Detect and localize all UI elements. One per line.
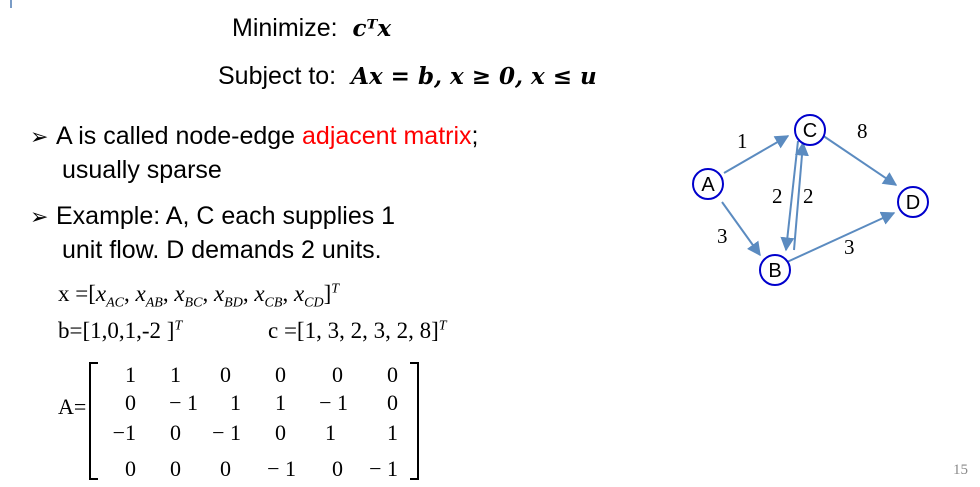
highlight-text: adjacent matrix: [302, 122, 472, 150]
matrix-cell: 0: [275, 362, 286, 387]
matrix-cell: −1: [112, 420, 136, 445]
subject-to-label: Subject to:: [218, 62, 337, 90]
x-var: x: [174, 281, 185, 306]
x-var: x: [254, 281, 265, 306]
matrix-cell: 1: [387, 420, 398, 445]
matrix-cell: 0: [387, 390, 398, 415]
edge-label-ac: 1: [737, 129, 748, 153]
slide-corner-mark: [10, 0, 12, 8]
bullet-adjacent-matrix: ➢ A is called node-edge adjacent matrix;: [30, 119, 479, 154]
bullet-adjacent-matrix-line2: usually sparse: [62, 156, 222, 184]
x-sub: BC: [184, 295, 203, 311]
matrix-cell: 0: [387, 362, 398, 387]
node-b: B: [759, 254, 791, 286]
network-graph: 1 3 2 2 3 8 A C B D: [692, 114, 929, 286]
x-sub: CD: [304, 295, 324, 311]
node-d: D: [897, 186, 929, 218]
matrix-cell: 1: [275, 390, 286, 415]
matrix-cell: − 1: [169, 390, 198, 415]
matrix-cell: 1: [230, 390, 241, 415]
matrix-cell: 0: [125, 456, 136, 481]
matrix-cell: 0: [275, 420, 286, 445]
node-d-label: D: [906, 192, 920, 214]
x-vector: x =[xAC, xAB, xBC, xBD, xCB, xCD]T: [58, 281, 340, 311]
bullet-text-end: ;: [471, 122, 479, 150]
x-sub: AB: [145, 295, 163, 311]
matrix-cell: 0: [220, 456, 231, 481]
matrix-cell: 0: [332, 362, 343, 387]
bullet-text: A is called node-edge: [56, 122, 303, 150]
matrix-cell: 0: [170, 420, 181, 445]
edge-ab: [721, 201, 761, 257]
transpose-mark: T: [331, 281, 340, 297]
bullet-text: Example: A, C each supplies 1: [56, 202, 396, 230]
edge-label-cb: 2: [772, 184, 783, 208]
transpose-mark: T: [438, 318, 447, 334]
x-var: x: [213, 281, 225, 306]
x-sub: AC: [106, 295, 124, 311]
x-sub: BD: [224, 295, 243, 311]
matrix-cell: 1: [325, 420, 336, 445]
edge-label-bc: 2: [803, 184, 814, 208]
node-c-label: C: [803, 120, 817, 142]
matrix-cell: 0: [220, 362, 231, 387]
minimize-label: Minimize:: [232, 14, 338, 42]
objective-minimize: Minimize: cᵀx: [232, 14, 391, 43]
x-var: x: [293, 281, 305, 306]
x-sub: CB: [264, 295, 283, 311]
constraints-expression: Ax = b, x ≥ 0, x ≤ u: [351, 63, 597, 90]
bullet-example-line2: unit flow. D demands 2 units.: [62, 236, 382, 264]
matrix-cell: − 1: [369, 456, 398, 481]
edge-label-cd: 8: [857, 119, 868, 143]
objective-constraints: Subject to: Ax = b, x ≥ 0, x ≤ u: [218, 62, 597, 91]
x-var: x: [135, 281, 146, 306]
c-vector: c =[1, 3, 2, 3, 2, 8]T: [268, 318, 447, 344]
node-b-label: B: [768, 260, 781, 282]
matrix-cell: 0: [170, 456, 181, 481]
bullet-arrow-icon: ➢: [30, 204, 49, 229]
matrix-cell: − 1: [267, 456, 296, 481]
node-a-label: A: [701, 174, 715, 196]
node-c: C: [794, 114, 826, 146]
bullet-example: ➢ Example: A, C each supplies 1: [30, 199, 395, 234]
edge-ac: [723, 135, 790, 174]
minimize-expression: cᵀx: [352, 15, 392, 42]
matrix-cell: 0: [125, 390, 136, 415]
b-vector: b=[1,0,1,-2 ]T: [58, 318, 182, 344]
node-a: A: [692, 168, 724, 200]
matrix-body: 1 1 0 0 0 0 0 − 1 1 1 − 1 0 −1 0 − 1 0 1…: [92, 362, 412, 482]
transpose-mark: T: [174, 318, 183, 334]
bullet-arrow-icon: ➢: [30, 124, 49, 149]
x-vector-prefix: x =[: [58, 281, 96, 306]
matrix-label: A=: [58, 394, 87, 419]
matrix-cell: − 1: [319, 390, 348, 415]
edge-bd: [786, 211, 896, 263]
matrix-cell: − 1: [212, 420, 241, 445]
x-var: x: [95, 281, 107, 306]
page-number: 15: [953, 462, 968, 478]
c-vector-text: c =[1, 3, 2, 3, 2, 8]: [268, 318, 439, 343]
matrix-cell: 1: [125, 362, 136, 387]
b-vector-text: b=[1,0,1,-2 ]: [58, 318, 175, 343]
edge-label-ab: 3: [717, 224, 728, 248]
edge-label-bd: 3: [844, 235, 855, 259]
matrix-cell: 1: [170, 362, 181, 387]
matrix-cell: 0: [332, 456, 343, 481]
